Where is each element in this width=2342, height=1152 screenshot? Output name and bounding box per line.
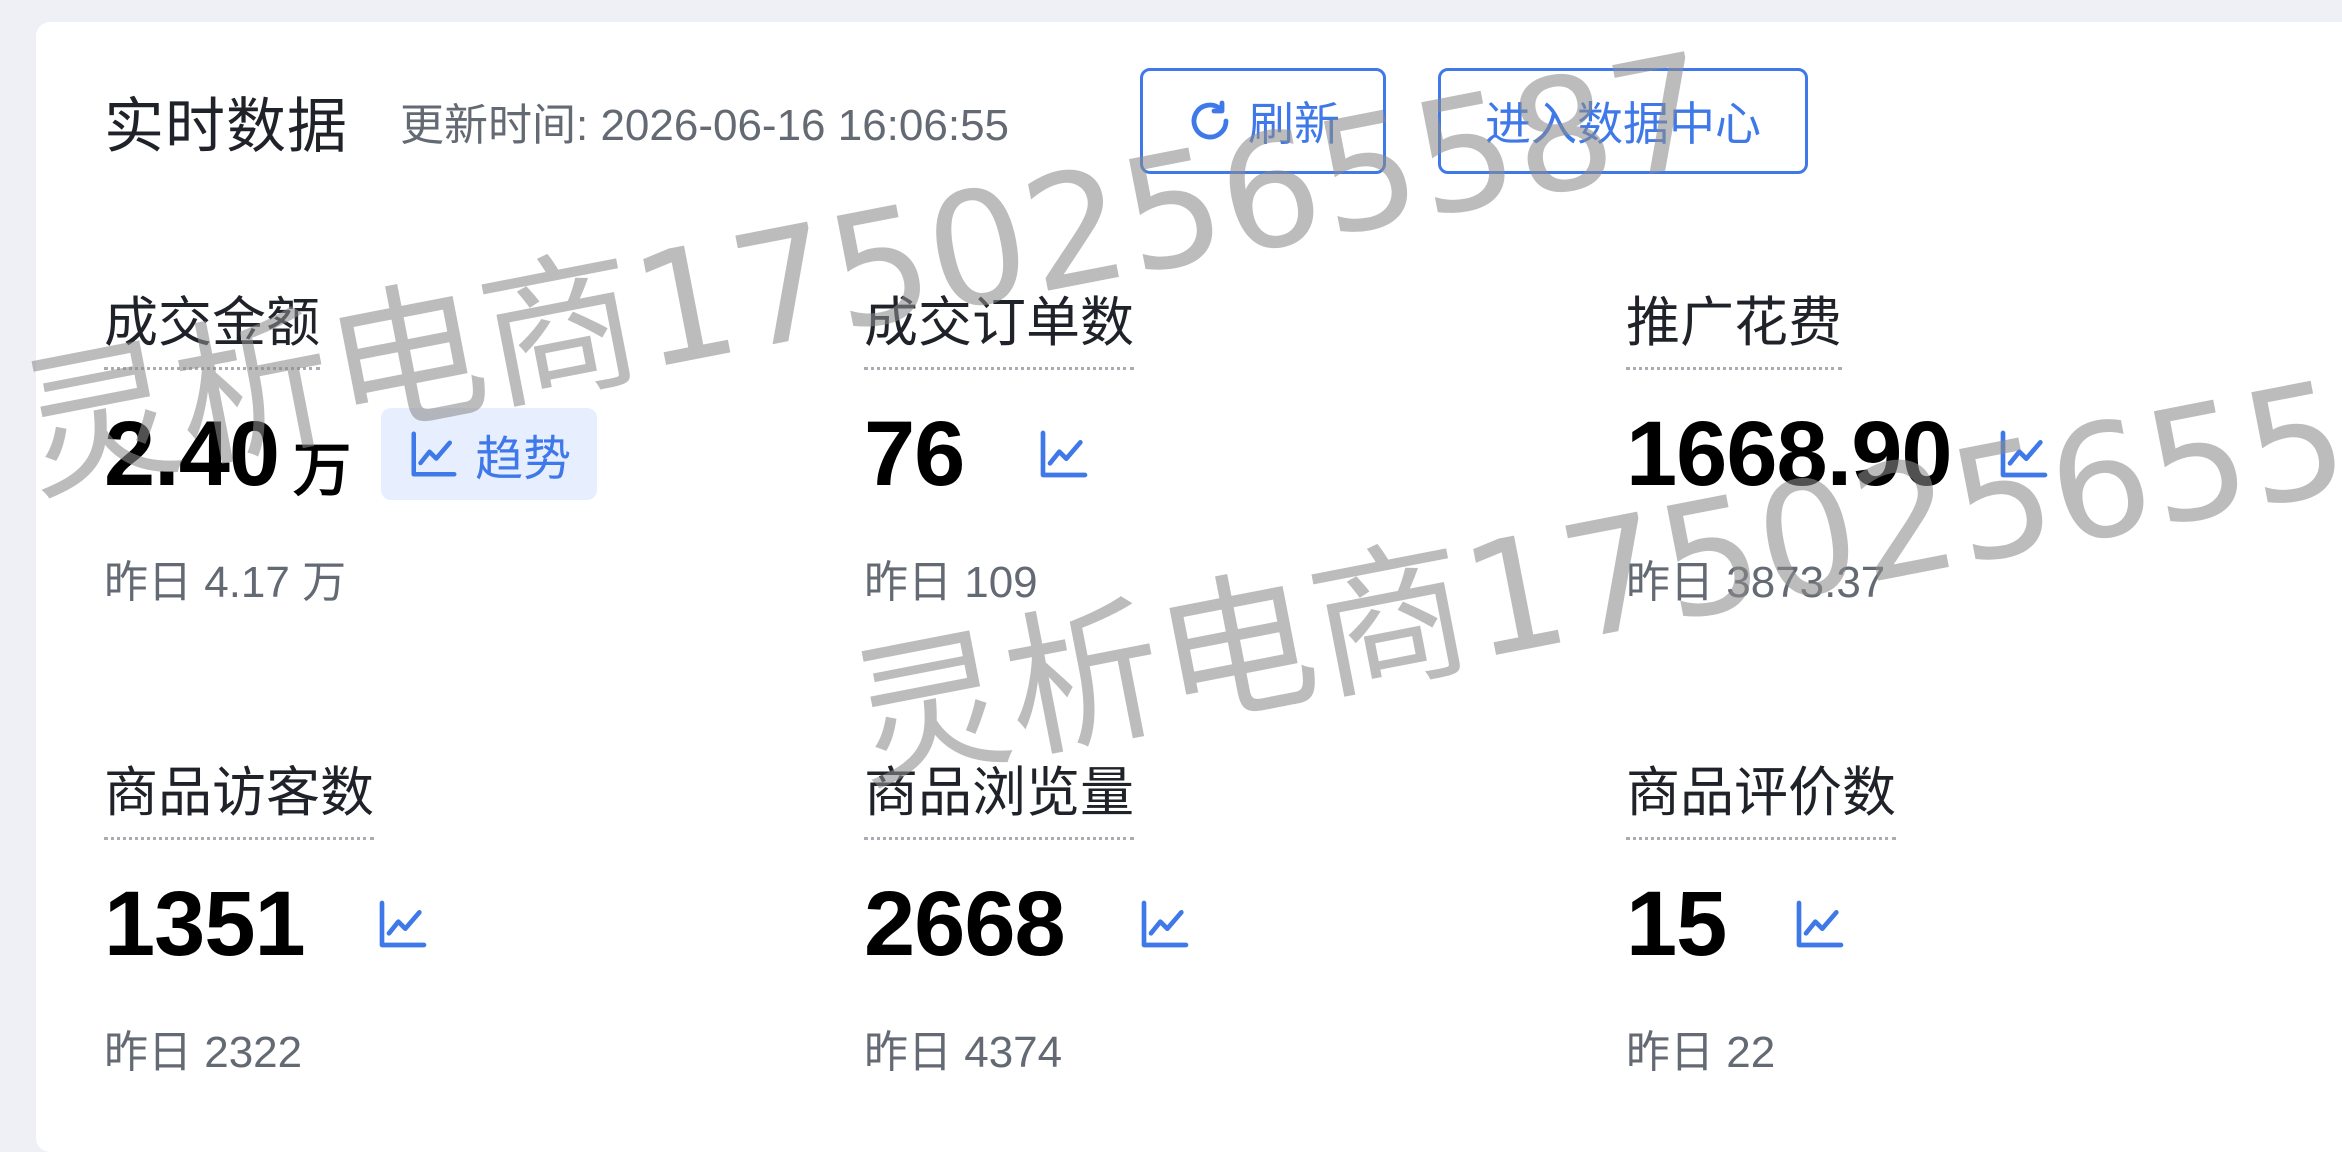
metric-label[interactable]: 商品浏览量 bbox=[864, 748, 1134, 840]
metric-product-views: 商品浏览量 2668 昨日 4374 bbox=[864, 748, 1564, 1077]
metric-product-visitors: 商品访客数 1351 昨日 2322 bbox=[104, 748, 804, 1077]
metric-order-count: 成交订单数 76 昨日 109 bbox=[864, 278, 1564, 607]
yesterday-value: 昨日 3873.37 bbox=[1626, 558, 1886, 607]
metric-value-row: 1668.90 bbox=[1626, 403, 2326, 505]
trend-button[interactable]: 趋势 bbox=[381, 408, 598, 500]
trend-line-icon[interactable] bbox=[1137, 896, 1193, 952]
card-header: 实时数据 更新时间: 2026-06-16 16:06:55 bbox=[104, 66, 1009, 176]
refresh-icon bbox=[1191, 100, 1229, 140]
trend-line-icon[interactable] bbox=[1792, 896, 1848, 952]
enter-data-center-label: 进入数据中心 bbox=[1485, 98, 1761, 150]
metric-value: 1351 bbox=[104, 872, 306, 975]
yesterday-value: 昨日 109 bbox=[864, 558, 1038, 607]
metric-value-row: 15 bbox=[1626, 873, 2326, 975]
metric-label[interactable]: 成交金额 bbox=[104, 278, 320, 370]
metric-label[interactable]: 商品评价数 bbox=[1626, 748, 1896, 840]
update-time: 更新时间: 2026-06-16 16:06:55 bbox=[400, 101, 1010, 150]
page-title: 实时数据 bbox=[104, 92, 348, 160]
trend-button-label: 趋势 bbox=[475, 433, 572, 486]
trend-line-icon[interactable] bbox=[1996, 426, 2052, 482]
yesterday-value: 昨日 4374 bbox=[864, 1028, 1063, 1077]
metric-value: 1668.90 bbox=[1626, 402, 1953, 505]
refresh-button[interactable]: 刷新 bbox=[1140, 68, 1386, 174]
metric-value: 2668 bbox=[864, 872, 1066, 975]
trend-line-icon[interactable] bbox=[1036, 426, 1092, 482]
yesterday-value: 昨日 22 bbox=[1626, 1028, 1776, 1077]
metric-unit: 万 bbox=[293, 438, 352, 503]
metric-product-reviews: 商品评价数 15 昨日 22 bbox=[1626, 748, 2326, 1077]
metric-value-row: 76 bbox=[864, 403, 1564, 505]
metric-promotion-cost: 推广花费 1668.90 昨日 3873.37 bbox=[1626, 278, 2326, 607]
metric-label[interactable]: 商品访客数 bbox=[104, 748, 374, 840]
enter-data-center-button[interactable]: 进入数据中心 bbox=[1438, 68, 1808, 174]
metric-value-row: 1351 bbox=[104, 873, 804, 975]
metric-value: 15 bbox=[1626, 872, 1727, 975]
metric-label[interactable]: 成交订单数 bbox=[864, 278, 1134, 370]
trend-line-icon[interactable] bbox=[375, 896, 431, 952]
yesterday-value: 昨日 4.17 万 bbox=[104, 558, 347, 607]
metric-label[interactable]: 推广花费 bbox=[1626, 278, 1842, 370]
metric-transaction-amount: 成交金额 2.40 万 趋势 昨日 4.17 万 bbox=[104, 278, 804, 607]
metric-value-row: 2.40 万 趋势 bbox=[104, 403, 804, 505]
metric-value: 2.40 bbox=[104, 402, 280, 505]
metric-value: 76 bbox=[864, 402, 965, 505]
refresh-button-label: 刷新 bbox=[1248, 98, 1340, 150]
yesterday-value: 昨日 2322 bbox=[104, 1028, 303, 1077]
trend-line-icon bbox=[411, 431, 457, 477]
metric-value-row: 2668 bbox=[864, 873, 1564, 975]
